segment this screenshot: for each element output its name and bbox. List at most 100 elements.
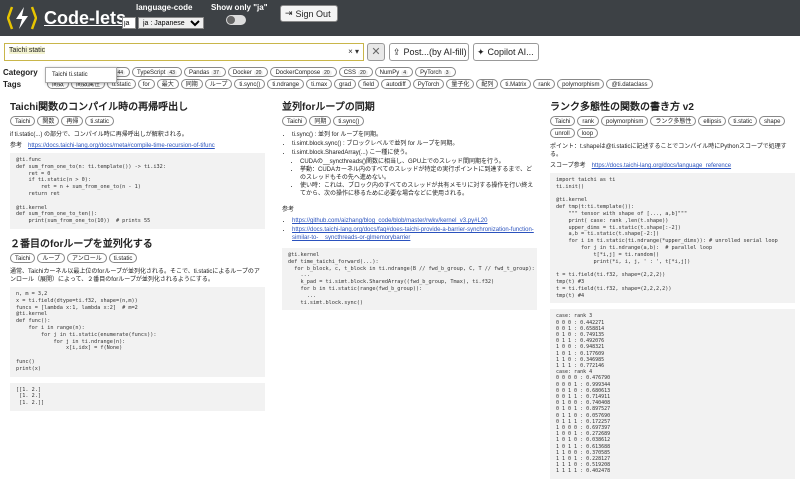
tag-chip[interactable]: ランク多態性 xyxy=(650,116,697,126)
tag-chip[interactable]: autodiff xyxy=(381,79,411,89)
tag-chip[interactable]: polymorphism xyxy=(557,79,605,89)
sign-out-button[interactable]: ⇥ Sign Out xyxy=(280,5,338,22)
ref-link[interactable]: https://docs.taichi-lang.org/docs/langua… xyxy=(592,163,731,169)
card-tags: Taichi rank polymorphism ランク多態性 ellipsis ti.s… xyxy=(550,116,795,138)
app-name[interactable]: Code-lets xyxy=(44,8,126,29)
ref-link[interactable]: https://docs.taichi-lang.org/docs/meta#c… xyxy=(28,143,215,149)
list-item: ti.simt.block.sync() : ブロックレベルで並列 for ルー… xyxy=(292,140,537,148)
copilot-icon: ✦ xyxy=(477,46,485,57)
sub-list: CUDAの__syncthreads()関数に相当し、GPU上でのスレッド間同期… xyxy=(300,158,537,198)
ref-list: https://github.com/aizhang/blog_code/blo… xyxy=(292,217,537,242)
search-input[interactable]: Taichi static × ▾ xyxy=(4,43,364,61)
tag-chip[interactable]: unroll xyxy=(550,128,575,138)
chip-count: 43 xyxy=(167,70,177,76)
search-suggestion-dropdown[interactable]: Taichi ti.static xyxy=(45,67,117,83)
tag-chip[interactable]: Taichi xyxy=(10,252,36,263)
tag-chip[interactable]: shape xyxy=(759,116,786,126)
card-text: 通常、Taichiカーネル以最上位のforループが並列化される。そこで、ti.s… xyxy=(10,268,260,283)
tag-chip[interactable]: 再帰 xyxy=(61,116,84,126)
tag-chip[interactable]: 関数 xyxy=(37,116,60,126)
tag-chip[interactable]: Taichi xyxy=(10,116,36,126)
tag-chip[interactable]: 量子化 xyxy=(446,79,475,89)
tag-chip[interactable]: 最大 xyxy=(156,79,179,89)
tag-chip[interactable]: ループ xyxy=(204,79,233,89)
card-title[interactable]: Taichi関数のコンパイル時の再帰呼出し xyxy=(10,98,265,113)
tag-chip[interactable]: ti.static xyxy=(108,252,138,263)
tag-chip[interactable]: rank xyxy=(577,116,600,126)
post-button-label: Post...(by AI-fill) xyxy=(403,47,467,57)
language-code-input[interactable] xyxy=(122,17,136,29)
ref-link[interactable]: https://docs.taichi-lang.org/docs/faq#do… xyxy=(292,227,534,241)
tag-chip[interactable]: ループ xyxy=(37,252,65,263)
tag-chip[interactable]: PyTorch xyxy=(412,79,445,89)
tag-chip[interactable]: polymorphism xyxy=(601,116,649,126)
column-3: ランク多態性の関数の書き方 v2 Taichi rank polymorphism ラ… xyxy=(550,98,795,485)
tag-chip[interactable]: ti.ndrange xyxy=(267,79,305,89)
tag-chip[interactable]: ti.Matrix xyxy=(500,79,532,89)
card-text: if ti.static(...) の部分で、コンパイル時に再帰呼出しが解釈され… xyxy=(10,132,188,138)
tag-chip[interactable]: field xyxy=(358,79,380,89)
card-ref: 参考 https://docs.taichi-lang.org/docs/met… xyxy=(10,142,265,150)
chip-count: 37 xyxy=(211,70,221,76)
logo[interactable]: Code-lets xyxy=(6,4,126,32)
tag-chip[interactable]: grad xyxy=(334,79,357,89)
tag-chip[interactable]: NumPy 4 xyxy=(374,67,414,77)
tag-chip[interactable]: ti.max xyxy=(306,79,333,89)
card-tags: Taichi 同期 ti.sync() xyxy=(282,116,537,126)
list-item: ti.simt.block.SharedArray(...) こ一種に使う。 xyxy=(292,149,537,157)
list-item: 使い時：これは、ブロック内のすべてのスレッドが共有メモリに対する操作を行い終えて… xyxy=(300,182,537,198)
lightning-logo-icon xyxy=(6,4,38,32)
tag-chip[interactable]: loop xyxy=(576,128,599,138)
chip-count: 20 xyxy=(253,70,264,76)
tag-chip[interactable]: Docker 20 xyxy=(227,67,269,77)
suggestion-item[interactable]: Taichi ti.static xyxy=(52,72,88,78)
tag-chip[interactable]: CSS 20 xyxy=(338,67,373,77)
tag-chip[interactable]: for xyxy=(137,79,155,89)
toggle-knob xyxy=(227,16,235,24)
tag-chip[interactable]: PyTorch 3 xyxy=(415,67,456,77)
ref-link[interactable]: https://github.com/aizhang/blog_code/blo… xyxy=(292,218,487,224)
tag-chip[interactable]: rank xyxy=(533,79,556,89)
category-label: Category xyxy=(3,68,38,77)
tag-chip[interactable]: TypeScript 43 xyxy=(132,67,182,77)
copilot-button[interactable]: ✦ Copilot AI... xyxy=(473,43,539,61)
chip-count: 20 xyxy=(322,70,332,76)
ref-label: スコープ参考 xyxy=(550,163,586,169)
tag-chip[interactable]: ti.sync() xyxy=(333,116,365,126)
card-title[interactable]: ランク多態性の関数の書き方 v2 xyxy=(550,98,795,113)
clear-button[interactable]: ✕ xyxy=(367,43,385,61)
show-only-toggle[interactable] xyxy=(226,15,246,25)
tag-chip[interactable]: Taichi xyxy=(282,116,308,126)
tag-chip[interactable]: アンロール xyxy=(66,252,107,263)
tag-chip[interactable]: ti.static xyxy=(728,116,758,126)
list-item: ti.sync() : 並列 for ループを同期。 xyxy=(292,131,537,139)
tag-chip[interactable]: ti.sync() xyxy=(234,79,266,89)
tag-chip[interactable]: DockerCompose 20 xyxy=(270,67,337,77)
output-block: [[1. 2.] [1. 2.] [1. 2.]] xyxy=(10,382,265,411)
card-tags: Taichi 関数 再帰 ti.static xyxy=(10,116,265,126)
code-block: @ti.func def sum_from_one_to(n: ti.templ… xyxy=(10,153,265,229)
tag-chip[interactable]: 同期 xyxy=(180,79,203,89)
sign-out-icon: ⇥ xyxy=(285,8,293,18)
chip-count: 3 xyxy=(443,70,451,76)
chip-count: 20 xyxy=(358,70,368,76)
post-button[interactable]: ⇪ Post...(by AI-fill) xyxy=(389,43,469,61)
card-text: ポイント：t.shapeは@ti.staticに記述することでコンパイル時にPy… xyxy=(550,144,787,158)
tag-chip[interactable]: Pandas 37 xyxy=(183,67,226,77)
code-block: import taichi as ti ti.init() @ti.kernel… xyxy=(550,173,795,304)
tag-chip[interactable]: ellipsis xyxy=(698,116,727,126)
card-title[interactable]: ２番目のforループを並列化する xyxy=(10,235,265,250)
card-title[interactable]: 並列forループの同期 xyxy=(282,98,537,113)
search-value: Taichi static xyxy=(9,47,46,54)
tag-chip[interactable]: 同期 xyxy=(309,116,332,126)
ref-label: 参考 xyxy=(282,207,295,213)
tag-chip[interactable]: 配列 xyxy=(476,79,499,89)
output-block: case: rank 3 0 0 0 : 0.442271 0 0 1 : 0.… xyxy=(550,309,795,479)
tag-chip[interactable]: ti.static xyxy=(85,116,115,126)
search-controls[interactable]: × ▾ xyxy=(348,47,359,56)
code-block: @ti.kernel def time_taichi_forward(...):… xyxy=(282,248,537,311)
tag-chip[interactable]: Taichi xyxy=(550,116,576,126)
app-header: Code-lets language-code ja : Japanese Sh… xyxy=(0,0,800,36)
tag-chip[interactable]: @ti.dataclass xyxy=(606,79,653,89)
language-select[interactable]: ja : Japanese xyxy=(138,17,204,29)
